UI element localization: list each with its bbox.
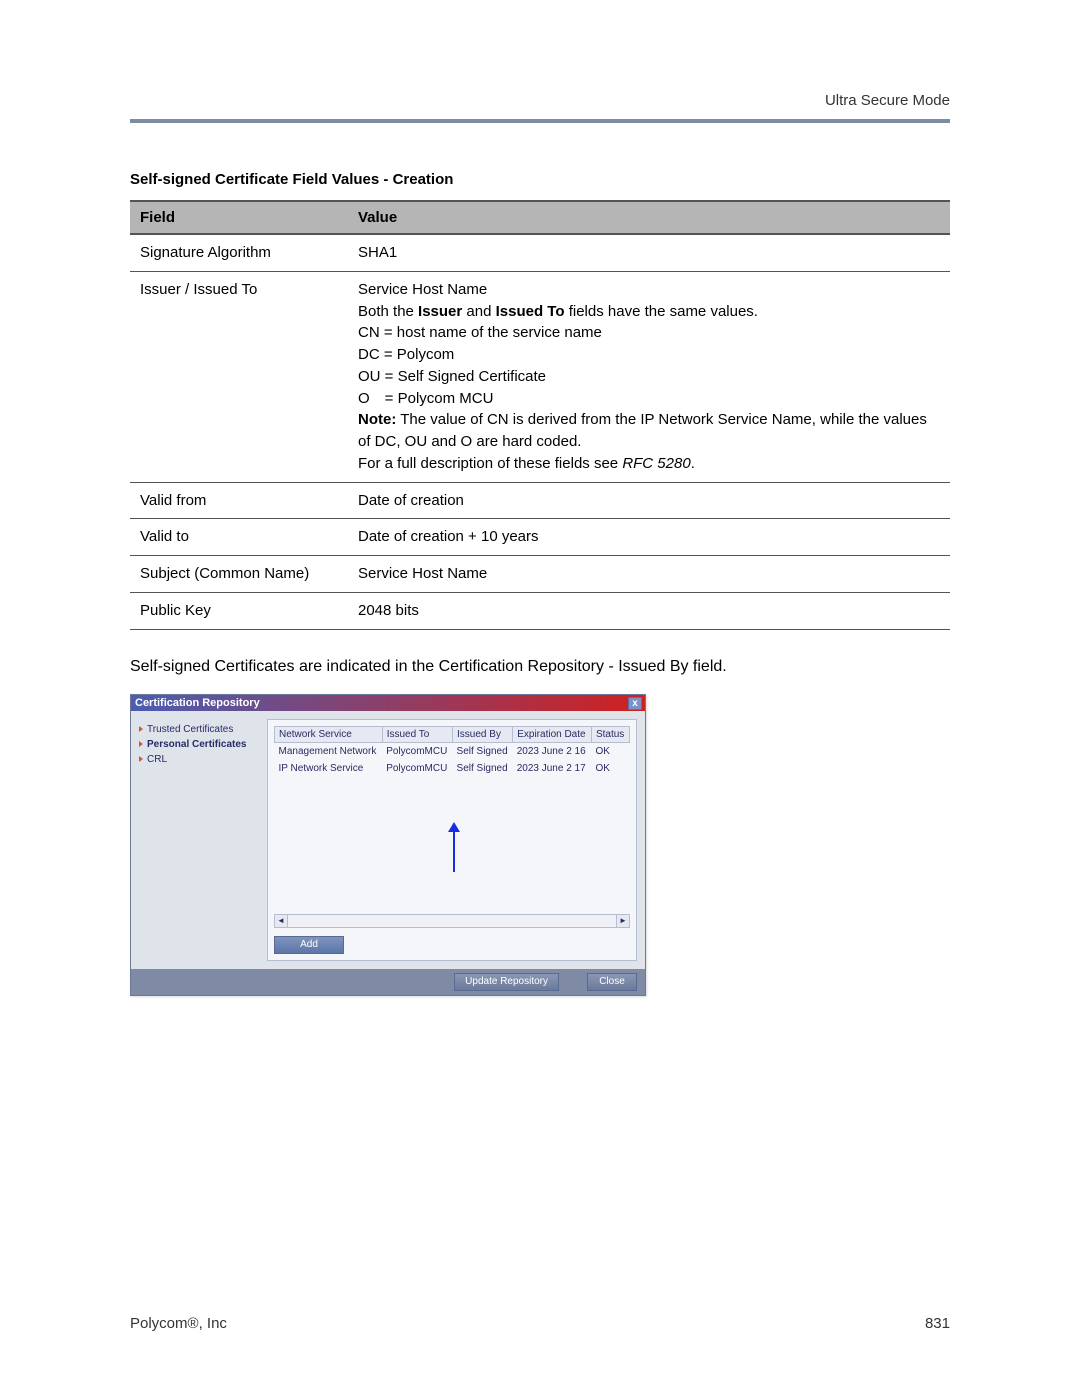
dialog-footer: Update Repository Close [131,969,645,995]
scroll-left-icon[interactable]: ◄ [274,914,288,928]
tree-item-trusted[interactable]: Trusted Certificates [139,722,259,737]
grid-col-status[interactable]: Status [591,726,629,742]
tree-label: Personal Certificates [147,739,247,750]
text-line: CN = host name of the service name [358,322,940,344]
tree-label: CRL [147,754,167,765]
cell-value: Date of creation + 10 years [348,519,950,556]
add-button[interactable]: Add [274,936,344,954]
table-row: Valid to Date of creation + 10 years [130,519,950,556]
cell-field: Subject (Common Name) [130,556,348,593]
text-line: DC = Polycom [358,344,940,366]
dialog-titlebar[interactable]: Certification Repository x [131,695,645,711]
scroll-right-icon[interactable]: ► [616,914,630,928]
callout-arrow-icon [446,822,462,872]
tree-item-crl[interactable]: CRL [139,752,259,767]
grid-cell: 2023 June 2 17 [513,760,592,777]
cell-field: Valid to [130,519,348,556]
col-value: Value [348,201,950,234]
cell-field: Public Key [130,592,348,629]
header-rule [130,119,950,123]
body-paragraph: Self-signed Certificates are indicated i… [130,658,950,676]
table-row: Public Key 2048 bits [130,592,950,629]
tree-item-personal[interactable]: Personal Certificates [139,737,259,752]
page-header: Ultra Secure Mode [130,92,950,109]
tree-label: Trusted Certificates [147,724,233,735]
cell-value: Service Host Name [348,556,950,593]
cell-field: Signature Algorithm [130,234,348,271]
text-line: Note: The value of CN is derived from th… [358,409,940,453]
grid-row[interactable]: Management Network PolycomMCU Self Signe… [275,742,630,760]
grid-col-expiration[interactable]: Expiration Date [513,726,592,742]
cell-value: SHA1 [348,234,950,271]
certificates-grid: Network Service Issued To Issued By Expi… [274,726,630,777]
grid-cell: 2023 June 2 16 [513,742,592,760]
table-row: Signature Algorithm SHA1 [130,234,950,271]
tree-panel: Trusted Certificates Personal Certificat… [139,719,259,961]
grid-col-issued-to[interactable]: Issued To [382,726,452,742]
certification-repository-dialog: Certification Repository x Trusted Certi… [130,694,646,996]
arrow-icon [139,741,143,747]
certificate-table: Field Value Signature Algorithm SHA1 Iss… [130,200,950,630]
grid-col-service[interactable]: Network Service [275,726,383,742]
table-title: Self-signed Certificate Field Values - C… [130,171,950,188]
grid-cell: OK [591,742,629,760]
close-button[interactable]: Close [587,973,637,991]
cell-field: Valid from [130,482,348,519]
grid-cell: Self Signed [453,742,513,760]
cell-value: Service Host Name Both the Issuer and Is… [348,271,950,482]
cell-value: Date of creation [348,482,950,519]
update-repository-button[interactable]: Update Repository [454,973,559,991]
arrow-icon [139,756,143,762]
content-panel: Network Service Issued To Issued By Expi… [267,719,637,961]
text-line: Service Host Name [358,279,940,301]
cell-field: Issuer / Issued To [130,271,348,482]
table-row: Valid from Date of creation [130,482,950,519]
grid-cell: Self Signed [453,760,513,777]
col-field: Field [130,201,348,234]
footer-page-number: 831 [925,1315,950,1332]
table-row: Subject (Common Name) Service Host Name [130,556,950,593]
grid-row[interactable]: IP Network Service PolycomMCU Self Signe… [275,760,630,777]
grid-cell: PolycomMCU [382,742,452,760]
text-line: O = Polycom MCU [358,388,940,410]
arrow-icon [139,726,143,732]
grid-empty-area [274,777,630,912]
close-icon[interactable]: x [628,697,642,710]
table-row: Issuer / Issued To Service Host Name Bot… [130,271,950,482]
page-footer: Polycom®, Inc 831 [130,1315,950,1332]
grid-cell: Management Network [275,742,383,760]
footer-company: Polycom®, Inc [130,1315,227,1332]
text-line: Both the Issuer and Issued To fields hav… [358,301,940,323]
grid-cell: PolycomMCU [382,760,452,777]
horizontal-scrollbar[interactable]: ◄ ► [274,914,630,928]
grid-cell: OK [591,760,629,777]
scroll-track[interactable] [288,914,616,928]
grid-col-issued-by[interactable]: Issued By [453,726,513,742]
grid-cell: IP Network Service [275,760,383,777]
text-line: OU = Self Signed Certificate [358,366,940,388]
dialog-title: Certification Repository [135,697,260,709]
cell-value: 2048 bits [348,592,950,629]
text-line: For a full description of these fields s… [358,453,940,475]
